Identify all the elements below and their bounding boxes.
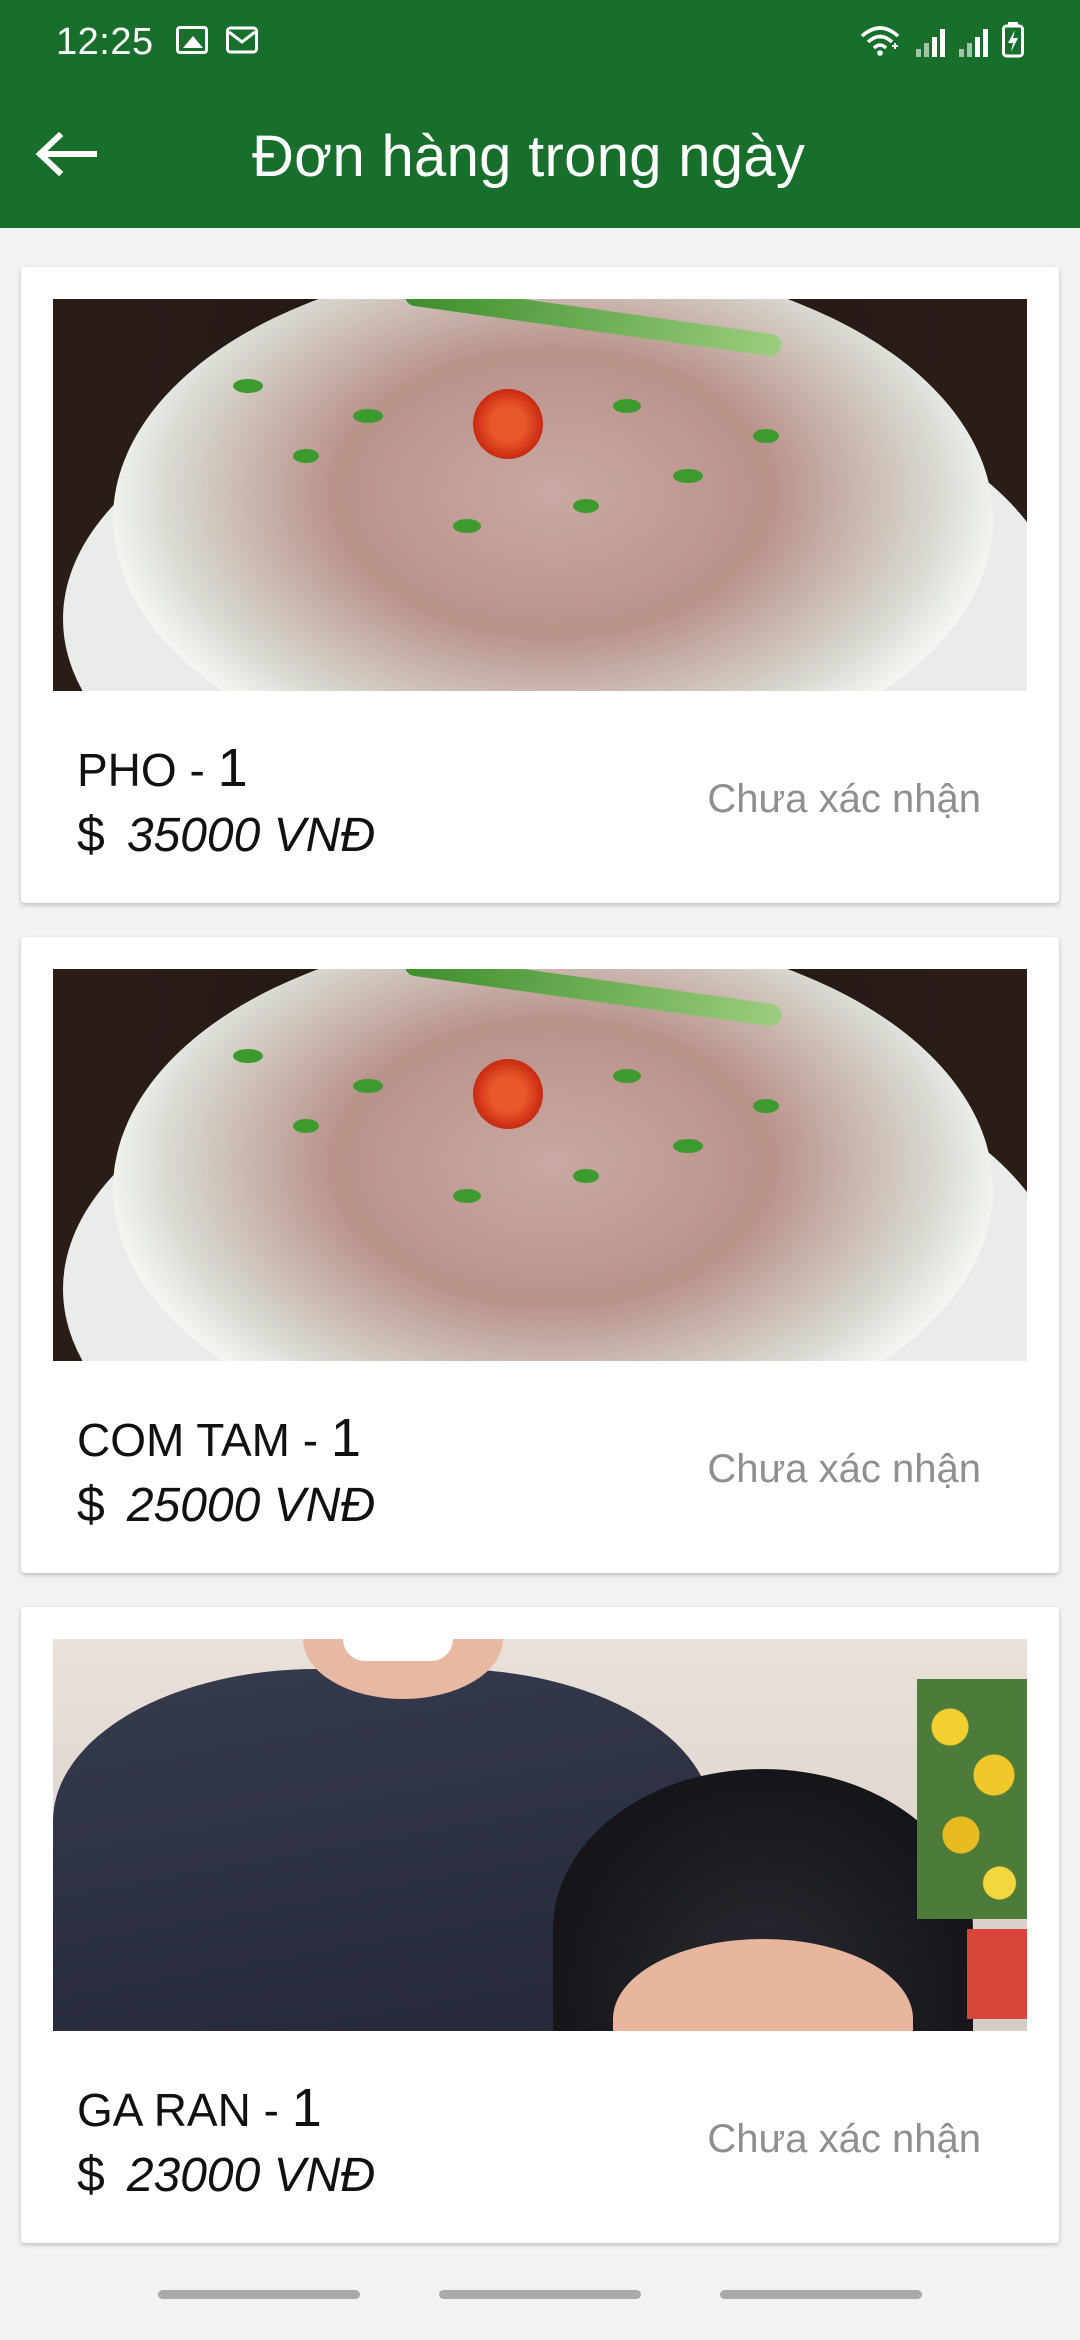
order-price: $ 23000 VNĐ — [77, 2145, 375, 2203]
status-bar: 12:25 — [0, 0, 1080, 84]
status-left-icons — [175, 25, 258, 59]
gallery-icon — [175, 25, 208, 54]
food-image — [53, 1639, 1027, 2031]
price-value: 25000 VNĐ — [126, 1479, 375, 1532]
wifi-icon — [858, 24, 902, 61]
order-status: Chưa xác nhận — [707, 1447, 981, 1491]
mail-icon — [225, 26, 258, 59]
system-nav-bar — [0, 2260, 1080, 2340]
order-quantity: 1 — [330, 1408, 361, 1468]
app-bar: Đơn hàng trong ngày — [0, 84, 1080, 228]
order-card[interactable]: GA RAN - 1 $ 23000 VNĐ Chưa xác nhận — [21, 1607, 1059, 2243]
currency-symbol: $ — [77, 806, 105, 862]
order-card[interactable]: COM TAM - 1 $ 25000 VNĐ Chưa xác nhận — [21, 937, 1059, 1573]
signal-icon — [959, 27, 988, 57]
battery-icon — [1002, 21, 1024, 63]
order-card[interactable]: PHO - 1 $ 35000 VNĐ Chưa xác nhận — [21, 267, 1059, 903]
food-image — [53, 299, 1027, 691]
nav-home-handle[interactable] — [439, 2290, 641, 2299]
order-name: COM TAM - 1 — [77, 1408, 361, 1468]
page-title: Đơn hàng trong ngày — [252, 123, 806, 189]
order-status: Chưa xác nhận — [707, 2117, 981, 2161]
nav-back-handle[interactable] — [720, 2290, 922, 2299]
food-image — [53, 969, 1027, 1361]
back-button[interactable] — [0, 84, 132, 228]
arrow-left-icon — [35, 131, 98, 181]
screen: 12:25 Đơn hàng trong ngày PHO - 1 $ 3500… — [0, 0, 1080, 2340]
currency-symbol: $ — [77, 2146, 105, 2202]
order-name: PHO - 1 — [77, 738, 248, 798]
price-value: 35000 VNĐ — [126, 809, 375, 862]
price-value: 23000 VNĐ — [126, 2149, 375, 2202]
order-status: Chưa xác nhận — [707, 777, 981, 821]
nav-recents-handle[interactable] — [158, 2290, 360, 2299]
currency-symbol: $ — [77, 1476, 105, 1532]
order-name: GA RAN - 1 — [77, 2078, 322, 2138]
order-quantity: 1 — [217, 738, 248, 798]
order-price: $ 25000 VNĐ — [77, 1475, 375, 1533]
order-price: $ 35000 VNĐ — [77, 805, 375, 863]
order-quantity: 1 — [291, 2078, 322, 2138]
signal-icon — [916, 27, 945, 57]
status-time: 12:25 — [56, 20, 154, 63]
status-right-icons — [858, 21, 1024, 63]
